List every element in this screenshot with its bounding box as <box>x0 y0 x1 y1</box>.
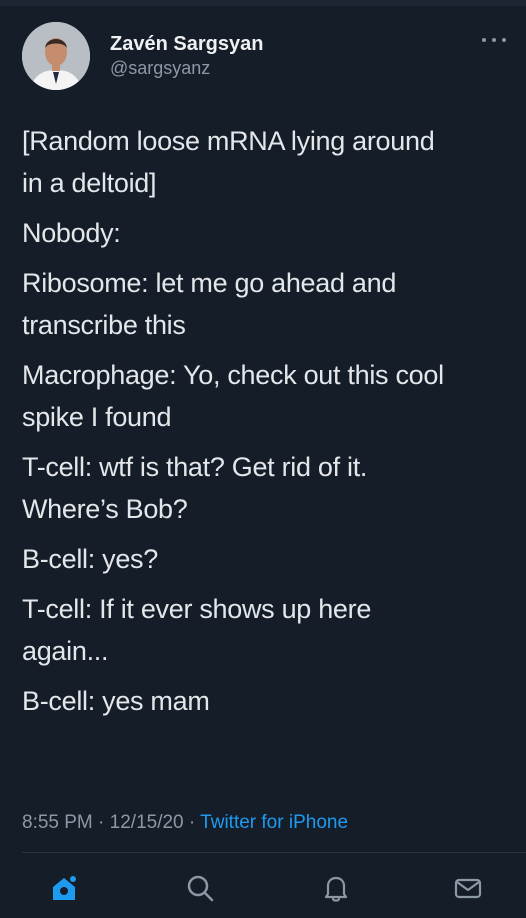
meta-separator: · <box>98 812 110 833</box>
search-icon[interactable] <box>184 872 216 904</box>
tweet-meta: 8:55 PM · 12/15/20 · Twitter for iPhone <box>22 812 348 834</box>
home-icon[interactable] <box>48 872 80 904</box>
avatar[interactable] <box>22 22 90 90</box>
tweet-paragraph: Ribosome: let me go ahead and transcribe… <box>22 268 397 340</box>
top-edge <box>0 0 526 6</box>
divider <box>22 852 526 853</box>
tweet-paragraph: B-cell: yes? <box>22 544 158 574</box>
author-name[interactable]: Zavén Sargsyan <box>110 32 263 56</box>
tweet-paragraph: T-cell: wtf is that? Get rid of it. Wher… <box>22 452 368 524</box>
tweet-paragraph: Macrophage: Yo, check out this cool spik… <box>22 360 444 432</box>
meta-separator: · <box>188 812 201 833</box>
tweet-time[interactable]: 8:55 PM <box>22 812 93 833</box>
more-options-icon[interactable] <box>482 36 506 44</box>
bottom-nav <box>0 860 526 918</box>
tweet-body: [Random loose mRNA lying around in a del… <box>22 120 506 730</box>
tweet-paragraph: [Random loose mRNA lying around in a del… <box>22 126 435 198</box>
tweet-paragraph: B-cell: yes mam <box>22 686 210 716</box>
author-handle[interactable]: @sargsyanz <box>110 56 263 80</box>
avatar-portrait-icon <box>22 22 90 90</box>
tweet-paragraph: T-cell: If it ever shows up here again..… <box>22 594 372 666</box>
tweet-date[interactable]: 12/15/20 <box>110 812 184 833</box>
tweet-header: Zavén Sargsyan @sargsyanz <box>22 20 506 94</box>
notifications-icon[interactable] <box>320 872 352 904</box>
messages-icon[interactable] <box>452 872 484 904</box>
tweet-paragraph: Nobody: <box>22 218 121 248</box>
tweet-source[interactable]: Twitter for iPhone <box>200 812 348 833</box>
